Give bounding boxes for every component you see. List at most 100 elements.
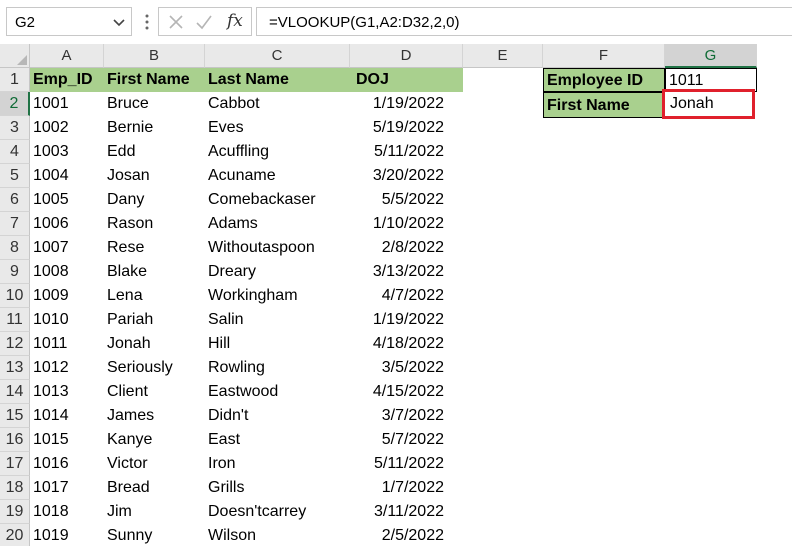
- insert-function-icon[interactable]: fx: [227, 11, 243, 31]
- table-cell[interactable]: Jim: [104, 500, 205, 524]
- table-cell[interactable]: 1017: [30, 476, 104, 500]
- table-cell[interactable]: Lena: [104, 284, 205, 308]
- table-cell[interactable]: 2/8/2022: [350, 236, 463, 260]
- row-header-11[interactable]: 11: [0, 308, 30, 332]
- name-box[interactable]: G2: [6, 7, 132, 36]
- table-cell[interactable]: 5/11/2022: [350, 140, 463, 164]
- table-cell[interactable]: Doesn'tcarrey: [205, 500, 350, 524]
- table-cell[interactable]: Salin: [205, 308, 350, 332]
- lookup-result-first-name[interactable]: Jonah: [662, 89, 755, 119]
- row-header-16[interactable]: 16: [0, 428, 30, 452]
- table-cell[interactable]: 1004: [30, 164, 104, 188]
- table-cell[interactable]: 1005: [30, 188, 104, 212]
- table-cell[interactable]: 3/5/2022: [350, 356, 463, 380]
- table-cell[interactable]: Edd: [104, 140, 205, 164]
- table-cell[interactable]: 1019: [30, 524, 104, 546]
- lookup-label-first-name[interactable]: First Name: [543, 92, 665, 118]
- row-header-2[interactable]: 2: [0, 92, 30, 116]
- table-cell[interactable]: 1015: [30, 428, 104, 452]
- column-header-a[interactable]: A: [30, 44, 104, 68]
- table-cell[interactable]: Didn't: [205, 404, 350, 428]
- table-cell[interactable]: Rese: [104, 236, 205, 260]
- more-options-icon[interactable]: [144, 13, 150, 31]
- row-header-10[interactable]: 10: [0, 284, 30, 308]
- table-cell[interactable]: Eves: [205, 116, 350, 140]
- table-cell[interactable]: 1008: [30, 260, 104, 284]
- table-cell[interactable]: Bruce: [104, 92, 205, 116]
- table-cell[interactable]: Blake: [104, 260, 205, 284]
- table-cell[interactable]: 1010: [30, 308, 104, 332]
- table-cell[interactable]: Dreary: [205, 260, 350, 284]
- table-cell[interactable]: 5/7/2022: [350, 428, 463, 452]
- row-header-20[interactable]: 20: [0, 524, 30, 546]
- table-header-1[interactable]: Emp_ID: [30, 68, 104, 92]
- column-header-d[interactable]: D: [350, 44, 463, 68]
- row-header-1[interactable]: 1: [0, 68, 30, 92]
- row-header-17[interactable]: 17: [0, 452, 30, 476]
- table-cell[interactable]: Seriously: [104, 356, 205, 380]
- table-cell[interactable]: Acuffling: [205, 140, 350, 164]
- table-cell[interactable]: 3/7/2022: [350, 404, 463, 428]
- enter-check-icon[interactable]: [195, 13, 213, 31]
- table-cell[interactable]: 1014: [30, 404, 104, 428]
- worksheet-grid[interactable]: ABCDEFG 1 2 3 4 5 6 7 8 9 10 11 12 13 14 15 16 17 18 19 20 …: [0, 44, 792, 546]
- column-header-b[interactable]: B: [104, 44, 205, 68]
- table-cell[interactable]: 3/11/2022: [350, 500, 463, 524]
- table-header-4[interactable]: DOJ: [350, 68, 463, 92]
- row-header-4[interactable]: 4: [0, 140, 30, 164]
- table-cell[interactable]: Iron: [205, 452, 350, 476]
- table-cell[interactable]: 1013: [30, 380, 104, 404]
- table-cell[interactable]: 1/19/2022: [350, 92, 463, 116]
- row-header-13[interactable]: 13: [0, 356, 30, 380]
- table-cell[interactable]: Acuname: [205, 164, 350, 188]
- table-cell[interactable]: 1009: [30, 284, 104, 308]
- column-header-g[interactable]: G: [665, 44, 757, 68]
- table-cell[interactable]: 3/13/2022: [350, 260, 463, 284]
- cancel-icon[interactable]: [167, 13, 185, 31]
- table-cell[interactable]: Rason: [104, 212, 205, 236]
- table-cell[interactable]: 1003: [30, 140, 104, 164]
- table-cell[interactable]: Bernie: [104, 116, 205, 140]
- table-cell[interactable]: Kanye: [104, 428, 205, 452]
- table-cell[interactable]: Bread: [104, 476, 205, 500]
- table-cell[interactable]: Josan: [104, 164, 205, 188]
- table-cell[interactable]: 1016: [30, 452, 104, 476]
- table-cell[interactable]: Grills: [205, 476, 350, 500]
- table-cell[interactable]: 5/5/2022: [350, 188, 463, 212]
- table-cell[interactable]: 5/19/2022: [350, 116, 463, 140]
- table-cell[interactable]: Workingham: [205, 284, 350, 308]
- select-all-corner[interactable]: [0, 44, 30, 68]
- table-cell[interactable]: 1012: [30, 356, 104, 380]
- table-cell[interactable]: Withoutaspoon: [205, 236, 350, 260]
- table-cell[interactable]: Eastwood: [205, 380, 350, 404]
- formula-input[interactable]: =VLOOKUP(G1,A2:D32,2,0): [256, 7, 792, 36]
- column-header-e[interactable]: E: [463, 44, 543, 68]
- table-cell[interactable]: Comebackaser: [205, 188, 350, 212]
- row-header-19[interactable]: 19: [0, 500, 30, 524]
- table-cell[interactable]: Sunny: [104, 524, 205, 546]
- row-header-3[interactable]: 3: [0, 116, 30, 140]
- table-header-2[interactable]: First Name: [104, 68, 205, 92]
- table-cell[interactable]: 4/15/2022: [350, 380, 463, 404]
- table-cell[interactable]: 1/19/2022: [350, 308, 463, 332]
- table-cell[interactable]: Jonah: [104, 332, 205, 356]
- table-cell[interactable]: Rowling: [205, 356, 350, 380]
- table-cell[interactable]: 3/20/2022: [350, 164, 463, 188]
- table-cell[interactable]: 1007: [30, 236, 104, 260]
- row-header-15[interactable]: 15: [0, 404, 30, 428]
- table-cell[interactable]: Adams: [205, 212, 350, 236]
- table-cell[interactable]: 1/7/2022: [350, 476, 463, 500]
- table-header-3[interactable]: Last Name: [205, 68, 350, 92]
- table-cell[interactable]: James: [104, 404, 205, 428]
- column-header-f[interactable]: F: [543, 44, 665, 68]
- table-cell[interactable]: Cabbot: [205, 92, 350, 116]
- row-header-6[interactable]: 6: [0, 188, 30, 212]
- row-header-14[interactable]: 14: [0, 380, 30, 404]
- table-cell[interactable]: 1001: [30, 92, 104, 116]
- chevron-down-icon[interactable]: [112, 15, 126, 29]
- column-header-c[interactable]: C: [205, 44, 350, 68]
- lookup-label-employee-id[interactable]: Employee ID: [543, 68, 665, 92]
- table-cell[interactable]: 4/7/2022: [350, 284, 463, 308]
- table-cell[interactable]: 1018: [30, 500, 104, 524]
- table-cell[interactable]: Dany: [104, 188, 205, 212]
